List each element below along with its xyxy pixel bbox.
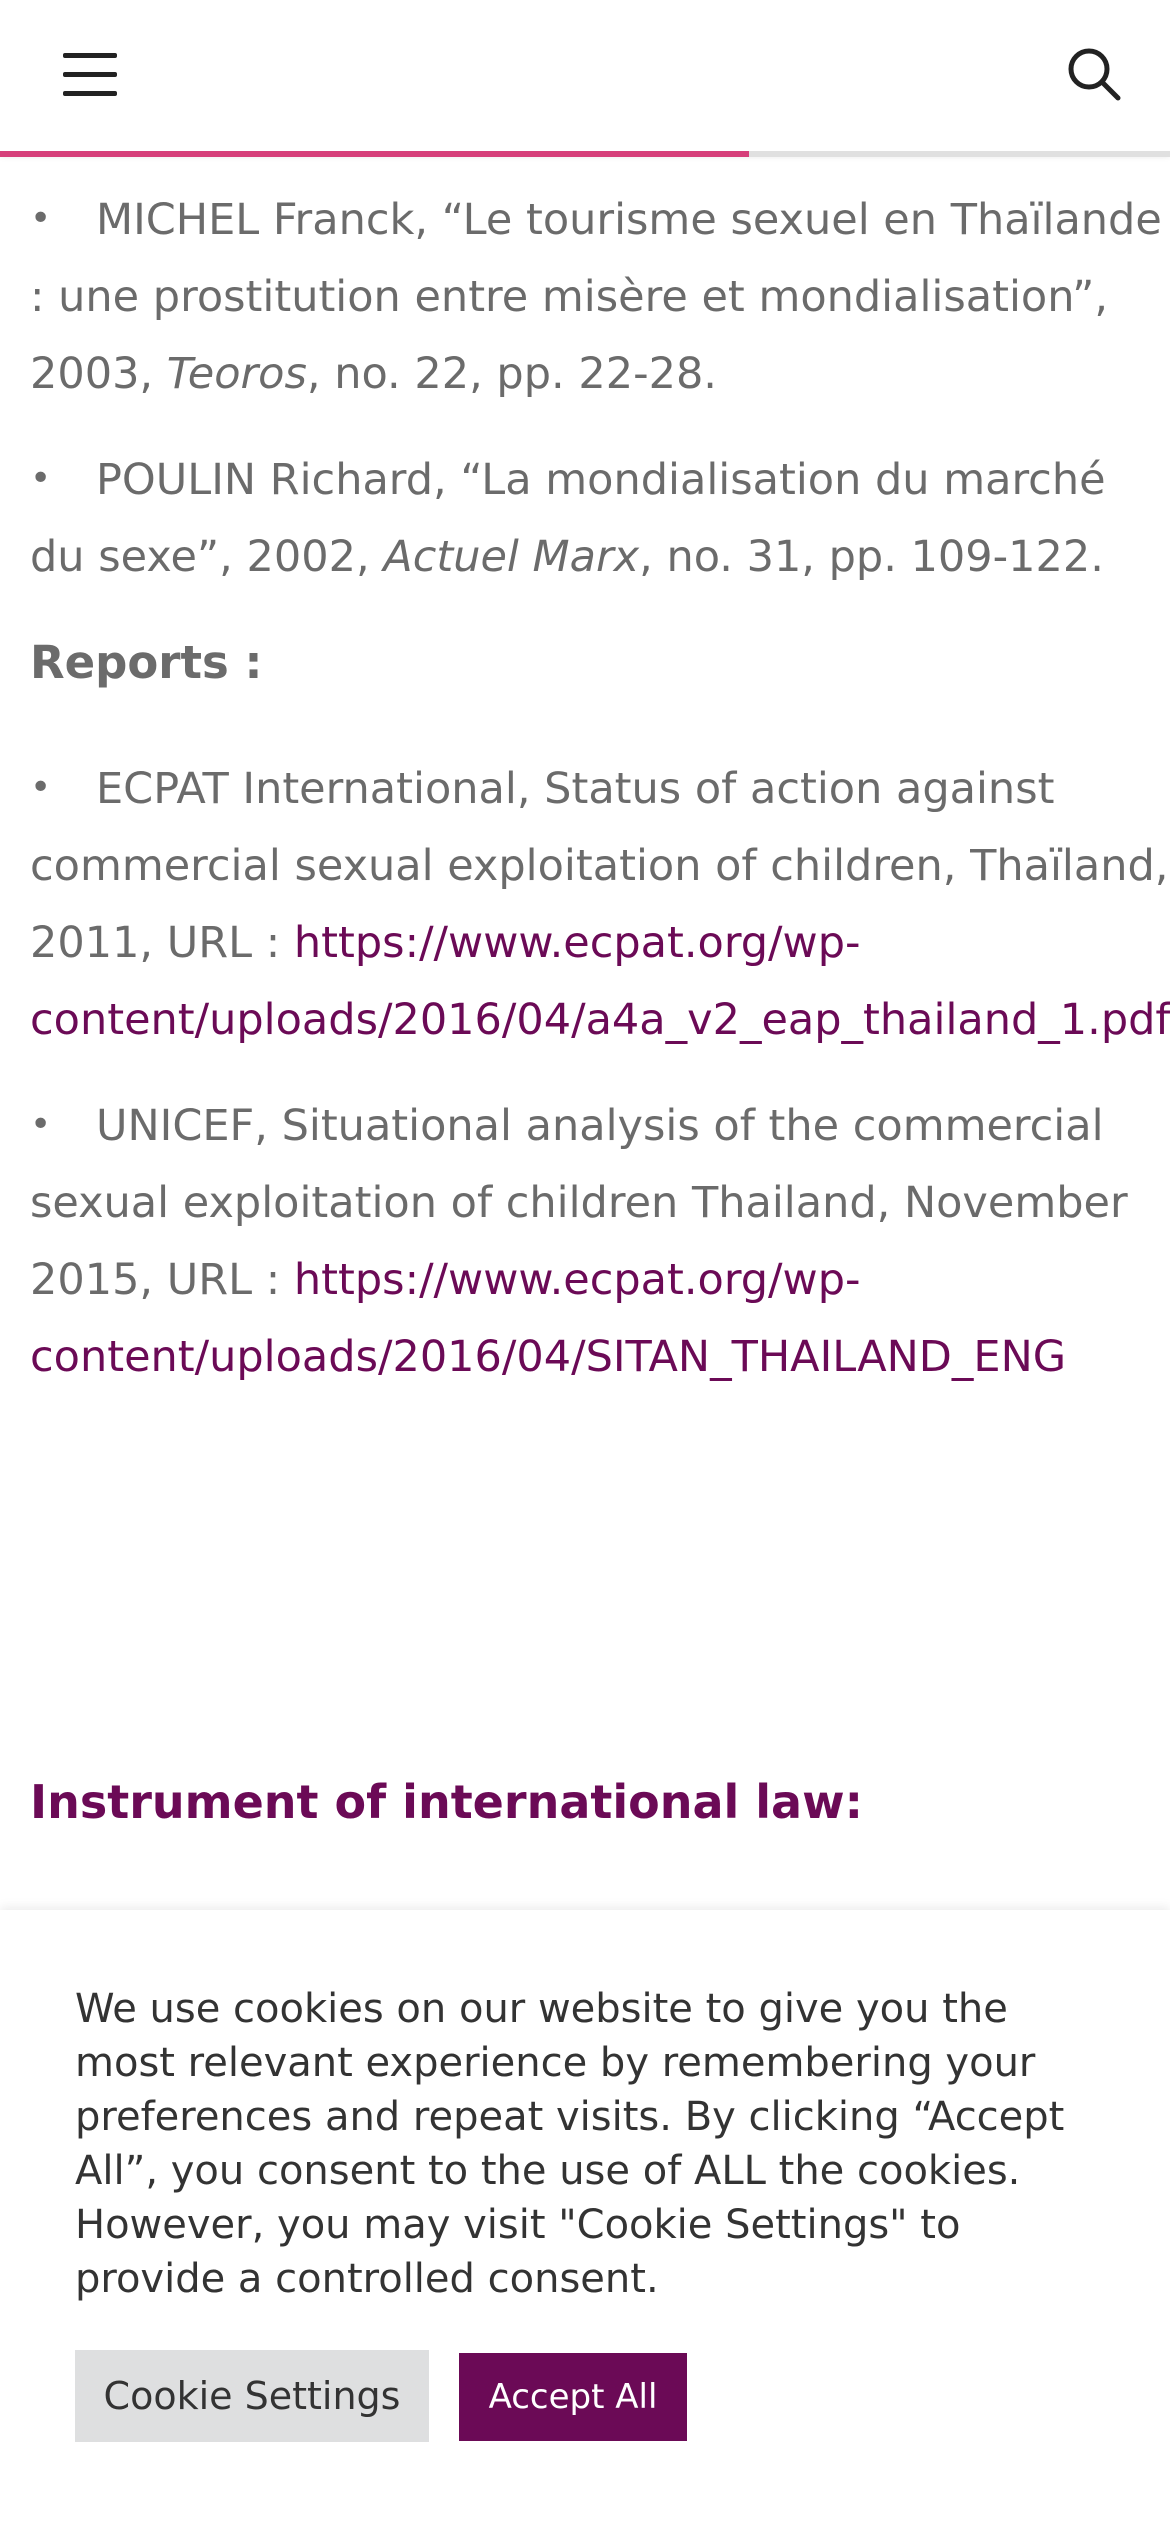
cookie-message: We use cookies on our website to give yo… xyxy=(75,1986,1065,2302)
reports-heading: Reports : xyxy=(30,636,263,689)
accept-all-button[interactable]: Accept All xyxy=(459,2353,687,2441)
top-header xyxy=(0,0,1170,153)
journal-title: Actuel Marx xyxy=(383,532,640,582)
article-content: • MICHEL Franck, “Le tourisme sexuel en T… xyxy=(30,160,1170,1423)
reference-text: , no. 22, pp. 22-28. xyxy=(306,349,717,399)
report-item: • UNICEF, Situational analysis of the com… xyxy=(30,1086,1170,1396)
report-link-continued[interactable]: content/uploads/2016/04/a4a_v2_eap_thail… xyxy=(30,995,1170,1045)
references-list: • MICHEL Franck, “Le tourisme sexuel en T… xyxy=(30,180,1170,596)
reference-item: • MICHEL Franck, “Le tourisme sexuel en T… xyxy=(30,180,1170,413)
bullet: • xyxy=(30,458,52,499)
hamburger-menu-icon[interactable] xyxy=(55,45,125,105)
report-item: • ECPAT International, Status of action a… xyxy=(30,749,1170,1059)
bullet: • xyxy=(30,198,52,239)
reading-progress-fill xyxy=(0,151,749,157)
reports-list: • ECPAT International, Status of action a… xyxy=(30,749,1170,1396)
journal-title: Teoros xyxy=(166,349,307,399)
instrument-heading: Instrument of international law: xyxy=(30,1775,863,1829)
reference-item: • POULIN Richard, “La mondialisation du m… xyxy=(30,440,1170,596)
reference-text: , no. 31, pp. 109-122. xyxy=(639,532,1104,582)
report-link[interactable]: https://www.ecpat.org/wp- xyxy=(294,918,861,968)
report-link[interactable]: https://www.ecpat.org/wp- xyxy=(294,1255,861,1305)
bullet: • xyxy=(30,767,52,808)
report-link-continued[interactable]: content/uploads/2016/04/SITAN_THAILAND_E… xyxy=(30,1332,1066,1382)
bullet: • xyxy=(30,1104,52,1145)
search-icon[interactable] xyxy=(1060,40,1130,110)
reading-progress-bar xyxy=(0,151,1170,157)
cookie-consent-banner: We use cookies on our website to give yo… xyxy=(0,1910,1170,2532)
cookie-settings-button[interactable]: Cookie Settings xyxy=(75,2350,429,2442)
